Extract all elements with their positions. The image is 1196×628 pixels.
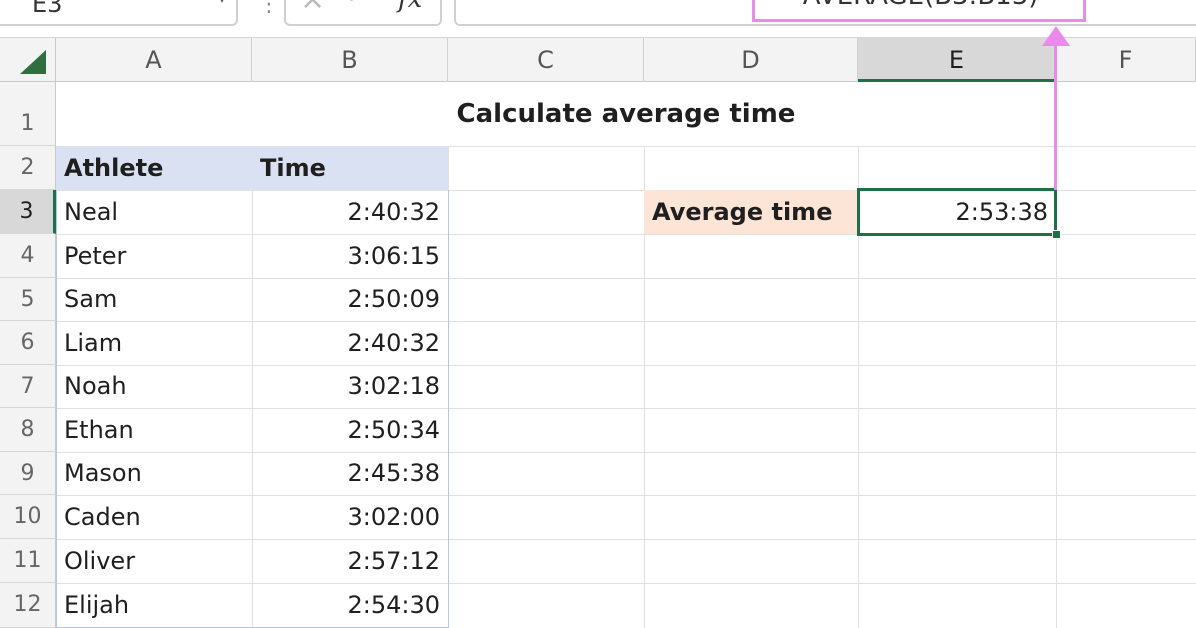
cancel-icon[interactable]: × xyxy=(300,0,325,17)
time-cell[interactable]: 2:54:30 xyxy=(252,583,448,627)
athlete-cell[interactable]: Neal xyxy=(56,190,252,234)
gridline xyxy=(858,82,859,628)
column-header-e[interactable]: E xyxy=(858,38,1056,82)
header-time[interactable]: Time xyxy=(252,146,448,190)
confirm-icon[interactable]: ✓ xyxy=(346,0,364,9)
athlete-cell[interactable]: Peter xyxy=(56,234,252,278)
row-header-3[interactable]: 3 xyxy=(0,190,56,234)
formula-callout: =AVERAGE(B3:B13) xyxy=(752,0,1086,22)
time-cell[interactable]: 2:40:32 xyxy=(252,190,448,234)
row-header-12[interactable]: 12 xyxy=(0,583,56,628)
chevron-down-icon[interactable]: ▾ xyxy=(218,0,226,7)
row-header-9[interactable]: 9 xyxy=(0,452,56,495)
cell-grid[interactable]: Calculate average time Athlete Time Neal… xyxy=(56,82,1196,628)
row-header-7[interactable]: 7 xyxy=(0,365,56,408)
athlete-cell[interactable]: Noah xyxy=(56,365,252,408)
time-cell[interactable]: 2:45:38 xyxy=(252,452,448,495)
column-header-a[interactable]: A xyxy=(56,38,252,82)
formula-controls: × ✓ fx xyxy=(284,0,442,26)
average-label-cell[interactable]: Average time xyxy=(644,190,858,234)
row-header-10[interactable]: 10 xyxy=(0,495,56,539)
name-box[interactable]: E3 ▾ xyxy=(0,0,238,26)
header-athlete[interactable]: Athlete xyxy=(56,146,252,190)
athlete-cell[interactable]: Elijah xyxy=(56,583,252,627)
row-header-2[interactable]: 2 xyxy=(0,146,56,190)
select-all-icon xyxy=(20,50,46,74)
row-header-5[interactable]: 5 xyxy=(0,278,56,321)
athlete-cell[interactable]: Ethan xyxy=(56,408,252,452)
callout-arrow-head xyxy=(1042,26,1070,46)
row-header-6[interactable]: 6 xyxy=(0,321,56,365)
name-box-value: E3 xyxy=(32,0,63,18)
athlete-cell[interactable]: Caden xyxy=(56,495,252,539)
column-header-c[interactable]: C xyxy=(448,38,644,82)
athlete-cell[interactable]: Oliver xyxy=(56,539,252,583)
gridline xyxy=(644,82,645,628)
time-cell[interactable]: 2:40:32 xyxy=(252,321,448,365)
time-cell[interactable]: 3:06:15 xyxy=(252,234,448,278)
time-cell[interactable]: 2:50:09 xyxy=(252,278,448,321)
select-all-button[interactable] xyxy=(0,38,56,82)
athlete-cell[interactable]: Liam xyxy=(56,321,252,365)
more-options-icon: ⋮ xyxy=(258,0,280,17)
column-header-f[interactable]: F xyxy=(1056,38,1196,82)
time-cell[interactable]: 2:50:34 xyxy=(252,408,448,452)
athlete-cell[interactable]: Mason xyxy=(56,452,252,495)
time-cell[interactable]: 3:02:18 xyxy=(252,365,448,408)
formula-text: =AVERAGE(B3:B13) xyxy=(781,0,1038,11)
time-cell[interactable]: 3:02:00 xyxy=(252,495,448,539)
active-cell-selection xyxy=(857,188,1057,236)
column-headers: A B C D E F xyxy=(0,38,1196,82)
sheet-title[interactable]: Calculate average time xyxy=(56,82,1196,146)
spreadsheet-window: E3 ▾ ⋮ × ✓ fx =AVERAGE(B3:B13) A B C D E… xyxy=(0,0,1196,628)
column-header-d[interactable]: D xyxy=(644,38,858,82)
row-header-1[interactable]: 1 xyxy=(0,82,56,146)
athlete-cell[interactable]: Sam xyxy=(56,278,252,321)
row-header-4[interactable]: 4 xyxy=(0,234,56,278)
time-cell[interactable]: 2:57:12 xyxy=(252,539,448,583)
formula-bar: E3 ▾ ⋮ × ✓ fx =AVERAGE(B3:B13) xyxy=(0,0,1196,38)
callout-arrow-line xyxy=(1054,44,1057,190)
column-header-b[interactable]: B xyxy=(252,38,448,82)
row-header-8[interactable]: 8 xyxy=(0,408,56,452)
fill-handle[interactable] xyxy=(1052,230,1061,239)
insert-function-icon[interactable]: fx xyxy=(398,0,422,14)
row-header-11[interactable]: 11 xyxy=(0,539,56,583)
